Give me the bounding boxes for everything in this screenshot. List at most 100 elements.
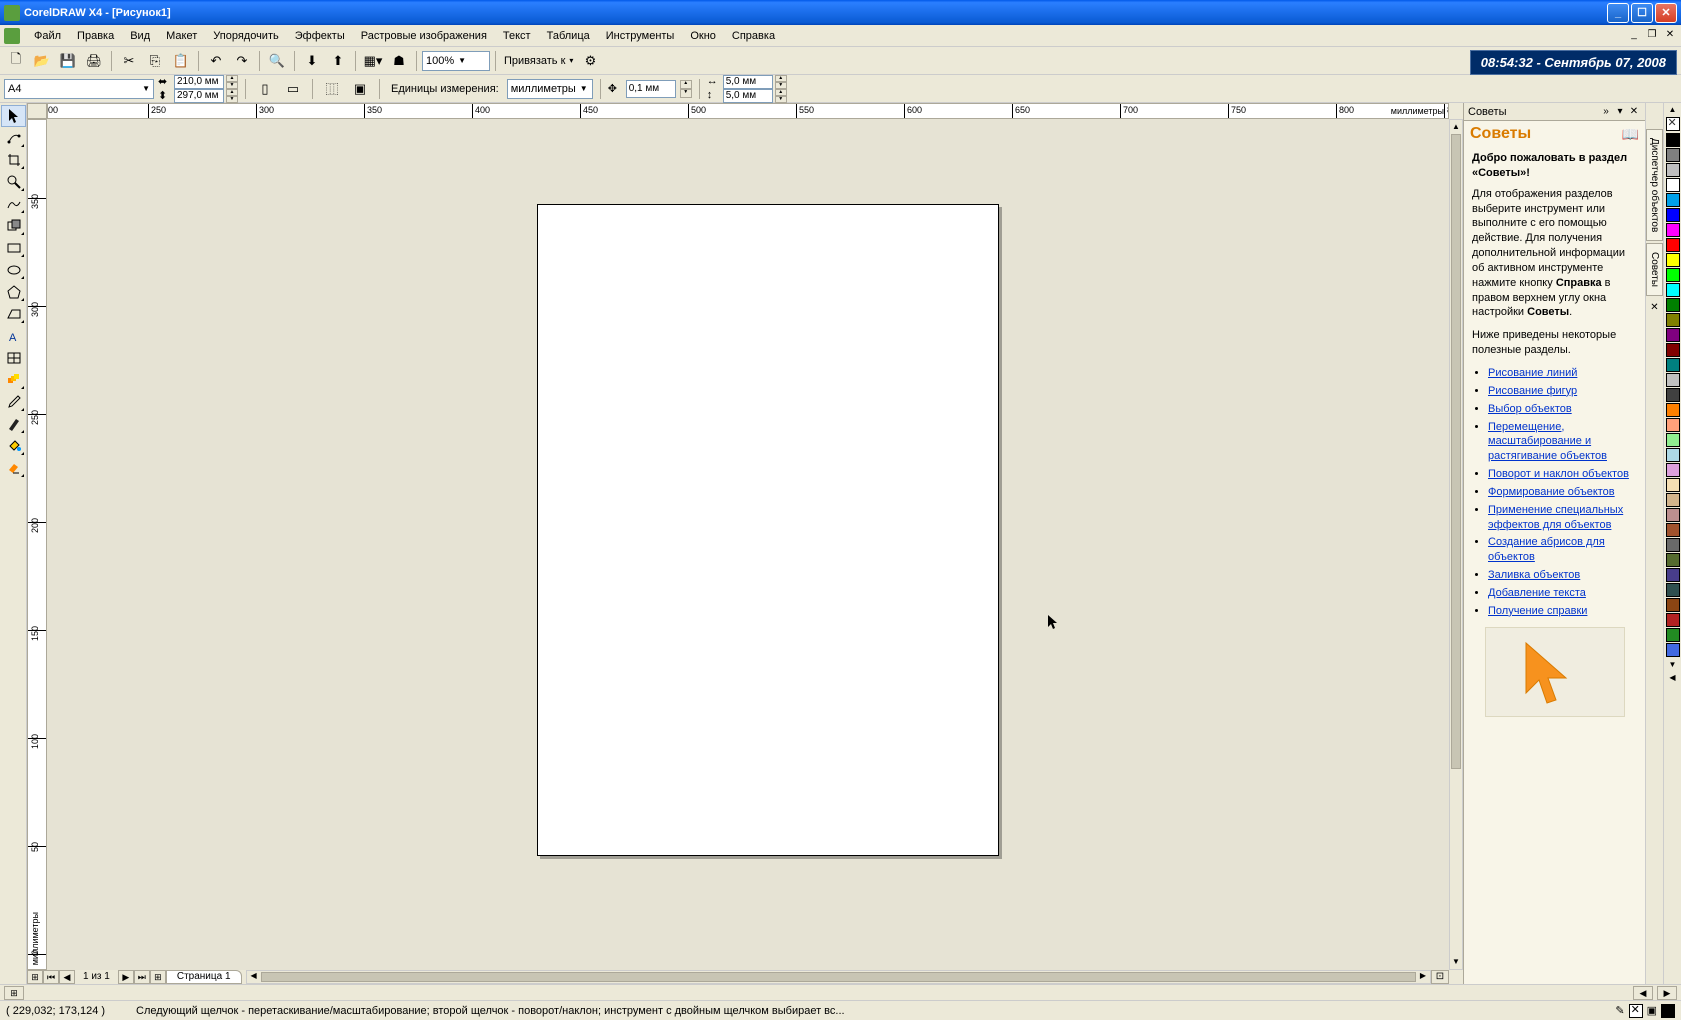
maximize-button[interactable]: ☐	[1631, 3, 1653, 23]
spin-up[interactable]: ▲	[775, 89, 787, 96]
crop-tool[interactable]	[1, 149, 26, 171]
spin-down[interactable]: ▼	[775, 96, 787, 103]
vertical-scrollbar[interactable]: ▲ ▼	[1449, 119, 1463, 970]
spin-down[interactable]: ▼	[226, 96, 238, 103]
hints-link[interactable]: Создание абрисов для объектов	[1488, 536, 1605, 563]
color-swatch[interactable]	[1666, 508, 1680, 522]
color-swatch[interactable]	[1666, 403, 1680, 417]
color-swatch[interactable]	[1666, 148, 1680, 162]
basic-shapes-tool[interactable]	[1, 303, 26, 325]
hints-link[interactable]: Выбор объектов	[1488, 403, 1572, 415]
color-swatch[interactable]	[1666, 493, 1680, 507]
page-tab[interactable]: Страница 1	[166, 970, 242, 984]
add-page-button[interactable]: ⊞	[4, 986, 24, 1000]
prev-page-button[interactable]: ◀	[59, 970, 75, 984]
copy-button[interactable]: ⎘	[143, 49, 167, 73]
welcome-screen-button[interactable]: ☗	[387, 49, 411, 73]
all-pages-button[interactable]: ⿲	[320, 77, 344, 101]
eyedropper-tool[interactable]	[1, 391, 26, 413]
menu-effects[interactable]: Эффекты	[287, 28, 353, 44]
color-swatch[interactable]	[1666, 643, 1680, 657]
hints-link[interactable]: Перемещение, масштабирование и растягива…	[1488, 421, 1607, 463]
color-swatch[interactable]	[1666, 598, 1680, 612]
navigator-button[interactable]: ⊡	[1431, 970, 1449, 984]
hints-link[interactable]: Получение справки	[1488, 605, 1587, 617]
ruler-origin[interactable]	[27, 103, 47, 119]
color-swatch[interactable]	[1666, 463, 1680, 477]
export-button[interactable]: ⬆	[326, 49, 350, 73]
menu-window[interactable]: Окно	[682, 28, 724, 44]
canvas-viewport[interactable]	[47, 119, 1449, 970]
menu-edit[interactable]: Правка	[69, 28, 122, 44]
color-swatch[interactable]	[1666, 178, 1680, 192]
add-page-button[interactable]: ⊞	[27, 970, 43, 984]
search-content-button[interactable]: 🔍	[265, 49, 289, 73]
zoom-tool[interactable]	[1, 171, 26, 193]
docker-tab-object-manager[interactable]: Диспетчер объектов	[1646, 129, 1663, 241]
color-swatch[interactable]	[1666, 223, 1680, 237]
menu-bitmaps[interactable]: Растровые изображения	[353, 28, 495, 44]
doc-restore-button[interactable]: ❐	[1645, 29, 1659, 43]
docker-tab-close[interactable]: ✕	[1650, 302, 1658, 313]
close-button[interactable]: ✕	[1655, 3, 1677, 23]
hints-link[interactable]: Формирование объектов	[1488, 486, 1615, 498]
spin-down[interactable]: ▼	[226, 82, 238, 89]
scroll-up-button[interactable]: ▲	[1450, 120, 1462, 134]
duplicate-y-input[interactable]	[723, 89, 773, 103]
docker-close-button[interactable]: ✕	[1627, 106, 1641, 117]
interactive-fill-tool[interactable]	[1, 457, 26, 479]
page-height-input[interactable]	[174, 89, 224, 103]
last-page-button[interactable]: ⏭	[134, 970, 150, 984]
scroll-thumb[interactable]	[1451, 134, 1461, 769]
docker-tab-hints[interactable]: Советы	[1646, 243, 1663, 296]
current-page-button[interactable]: ▣	[348, 77, 372, 101]
color-swatch[interactable]	[1666, 343, 1680, 357]
help-book-icon[interactable]: 📖	[1622, 126, 1639, 143]
units-dropdown[interactable]: миллиметры▼	[507, 79, 593, 99]
freehand-tool[interactable]	[1, 193, 26, 215]
print-button[interactable]: 🖨	[82, 49, 106, 73]
color-swatch[interactable]	[1666, 538, 1680, 552]
spin-down[interactable]: ▼	[680, 89, 692, 98]
open-button[interactable]: 📂	[30, 49, 54, 73]
portrait-button[interactable]: ▯	[253, 77, 277, 101]
duplicate-x-input[interactable]	[723, 75, 773, 89]
ellipse-tool[interactable]	[1, 259, 26, 281]
app-launcher-button[interactable]: ▦▾	[361, 49, 385, 73]
shape-tool[interactable]	[1, 127, 26, 149]
menu-view[interactable]: Вид	[122, 28, 158, 44]
doc-minimize-button[interactable]: _	[1627, 29, 1641, 43]
snap-to-dropdown[interactable]: Привязать к▾	[501, 51, 576, 71]
redo-button[interactable]: ↷	[230, 49, 254, 73]
color-swatch[interactable]	[1666, 238, 1680, 252]
cut-button[interactable]: ✂	[117, 49, 141, 73]
color-swatch[interactable]	[1666, 268, 1680, 282]
page-width-input[interactable]	[174, 75, 224, 89]
color-swatch[interactable]	[1666, 613, 1680, 627]
color-swatch[interactable]	[1666, 433, 1680, 447]
scroll-down-button[interactable]: ▼	[1450, 955, 1462, 969]
palette-flyout[interactable]: ◀	[1669, 671, 1675, 684]
no-fill-indicator[interactable]: ✕	[1629, 1004, 1643, 1018]
landscape-button[interactable]: ▭	[281, 77, 305, 101]
color-swatch[interactable]	[1666, 388, 1680, 402]
table-tool[interactable]	[1, 347, 26, 369]
menu-file[interactable]: Файл	[26, 28, 69, 44]
outline-color-indicator[interactable]	[1661, 1004, 1675, 1018]
undo-button[interactable]: ↶	[204, 49, 228, 73]
menu-arrange[interactable]: Упорядочить	[205, 28, 286, 44]
color-swatch[interactable]	[1666, 553, 1680, 567]
color-swatch[interactable]	[1666, 193, 1680, 207]
add-page-after-button[interactable]: ⊞	[150, 970, 166, 984]
palette-scroll-up[interactable]: ▲	[1669, 103, 1677, 116]
page-size-dropdown[interactable]: A4▼	[4, 79, 154, 99]
horizontal-scrollbar[interactable]: ◀ ▶	[246, 970, 1431, 984]
spin-up[interactable]: ▲	[226, 89, 238, 96]
first-page-button[interactable]: ⏮	[43, 970, 59, 984]
new-button[interactable]: 🗋	[4, 49, 28, 73]
zoom-dropdown[interactable]: 100%▼	[422, 51, 490, 71]
hints-link[interactable]: Добавление текста	[1488, 587, 1586, 599]
color-swatch[interactable]	[1666, 253, 1680, 267]
hints-link[interactable]: Поворот и наклон объектов	[1488, 468, 1629, 480]
color-swatch[interactable]	[1666, 313, 1680, 327]
